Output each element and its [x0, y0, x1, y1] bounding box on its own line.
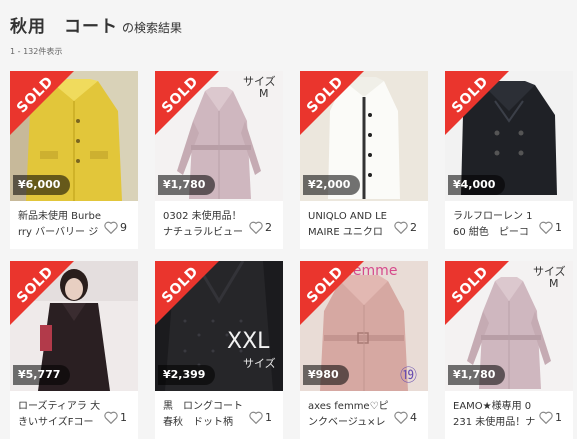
item-card[interactable]: XXL サイズ SOLD ¥2,399 黒 ロングコート 春秋 ドット柄 レ 1 [155, 261, 283, 439]
heart-icon [394, 411, 408, 424]
heart-icon [249, 221, 263, 234]
item-card[interactable]: femme ⑲ SOLD ¥980 axes femme♡ピンクベージュ×レース… [300, 261, 428, 439]
like-number: 1 [555, 411, 562, 424]
like-count[interactable]: 4 [394, 411, 417, 424]
like-number: 1 [555, 221, 562, 234]
photo-caption: サイズ [243, 357, 276, 370]
item-card[interactable]: SOLD ¥2,000 UNIQLO AND LEMAIRE ユニクロルメール … [300, 71, 428, 249]
like-number: 1 [265, 411, 272, 424]
price-tag: ¥4,000 [448, 175, 506, 195]
like-number: 4 [410, 411, 417, 424]
search-title: 秋用 コート の検索結果 [10, 12, 182, 37]
like-number: 1 [120, 411, 127, 424]
like-count[interactable]: 2 [394, 221, 417, 234]
item-name[interactable]: 0302 未使用品！ナチュラルビューティー [163, 209, 247, 241]
item-name[interactable]: EAMO★様専用 0231 未使用品！ナチュラル [453, 399, 537, 431]
item-photo[interactable]: サイズ M SOLD ¥1,780 [445, 261, 573, 391]
price-tag: ¥1,780 [158, 175, 216, 195]
price-tag: ¥6,000 [13, 175, 71, 195]
price-tag: ¥980 [303, 365, 349, 385]
like-count[interactable]: 1 [539, 411, 562, 424]
like-count[interactable]: 1 [249, 411, 272, 424]
item-card[interactable]: SOLD ¥6,000 新品未使用 Burberry バーバリー ジャケット 9 [10, 71, 138, 249]
heart-icon [539, 411, 553, 424]
item-photo[interactable]: femme ⑲ SOLD ¥980 [300, 261, 428, 391]
like-count[interactable]: 1 [104, 411, 127, 424]
item-card[interactable]: SOLD ¥5,777 ローズティアラ 大きいサイズFコート 1 [10, 261, 138, 439]
price-tag: ¥5,777 [13, 365, 71, 385]
photo-caption: M [259, 87, 269, 100]
item-card[interactable]: SOLD ¥4,000 ラルフローレン 160 紺色 ピーコート 1 [445, 71, 573, 249]
photo-caption: M [549, 277, 559, 290]
item-name[interactable]: UNIQLO AND LEMAIRE ユニクロルメール [308, 209, 392, 241]
search-keyword: 秋用 コート [10, 17, 118, 37]
result-count: 1 - 132件表示 [10, 47, 63, 56]
price-tag: ¥2,000 [303, 175, 361, 195]
item-name[interactable]: 黒 ロングコート 春秋 ドット柄 レ [163, 399, 247, 431]
item-photo[interactable]: SOLD ¥5,777 [10, 261, 138, 391]
photo-caption: XXL [227, 329, 270, 354]
photo-caption: ⑲ [400, 366, 417, 386]
item-name[interactable]: ローズティアラ 大きいサイズFコート [18, 399, 102, 431]
item-photo[interactable]: SOLD ¥2,000 [300, 71, 428, 201]
heart-icon [249, 411, 263, 424]
item-name[interactable]: ラルフローレン 160 紺色 ピーコート [453, 209, 537, 241]
item-card[interactable]: サイズ M SOLD ¥1,780 0302 未使用品！ナチュラルビューティー … [155, 71, 283, 249]
like-count[interactable]: 1 [539, 221, 562, 234]
item-photo[interactable]: サイズ M SOLD ¥1,780 [155, 71, 283, 201]
like-count[interactable]: 9 [104, 221, 127, 234]
like-number: 2 [265, 221, 272, 234]
heart-icon [104, 221, 118, 234]
item-photo[interactable]: XXL サイズ SOLD ¥2,399 [155, 261, 283, 391]
price-tag: ¥2,399 [158, 365, 216, 385]
item-photo[interactable]: SOLD ¥6,000 [10, 71, 138, 201]
item-card[interactable]: サイズ M SOLD ¥1,780 EAMO★様専用 0231 未使用品！ナチュ… [445, 261, 573, 439]
heart-icon [104, 411, 118, 424]
like-count[interactable]: 2 [249, 221, 272, 234]
like-number: 9 [120, 221, 127, 234]
item-photo[interactable]: SOLD ¥4,000 [445, 71, 573, 201]
heart-icon [539, 221, 553, 234]
item-name[interactable]: 新品未使用 Burberry バーバリー ジャケット [18, 209, 102, 241]
heart-icon [394, 221, 408, 234]
item-name[interactable]: axes femme♡ピンクベージュ×レース [308, 399, 392, 431]
search-title-suffix: の検索結果 [122, 21, 183, 35]
like-number: 2 [410, 221, 417, 234]
price-tag: ¥1,780 [448, 365, 506, 385]
